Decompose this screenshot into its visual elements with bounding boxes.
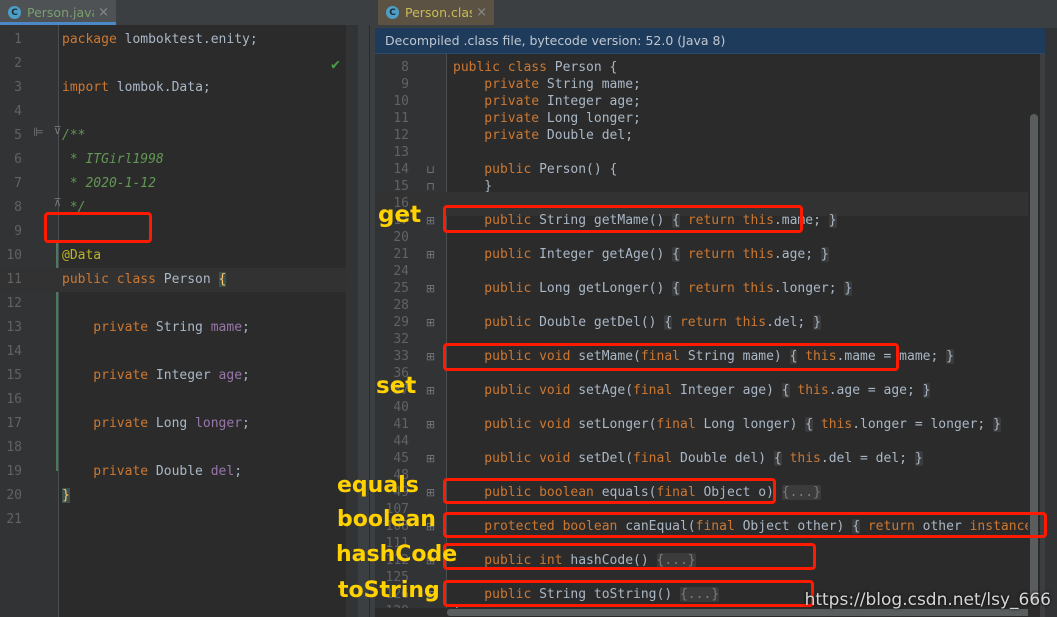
- code-line[interactable]: 11 public class Person {: [0, 268, 346, 292]
- code-text: private Integer age;: [62, 368, 250, 383]
- line-number: 16: [6, 392, 22, 407]
- code-line[interactable]: 2: [0, 52, 346, 76]
- line-number: 21: [6, 512, 22, 527]
- right-hscroll-thumb[interactable]: [447, 609, 1040, 616]
- left-editor-pane: C Person.java × 1 package lomboktest.enit…: [0, 0, 370, 617]
- tab-label: Person.class: [405, 5, 472, 20]
- code-line[interactable]: 19 private Double del;: [0, 460, 346, 484]
- annotation-label-hashcode: hashCode: [336, 542, 458, 567]
- right-code-editor[interactable]: 8 public class Person {9 private String m…: [375, 54, 1040, 617]
- code-text: * 2020-1-12: [62, 176, 156, 191]
- annotation-label-set: set: [376, 373, 417, 399]
- code-text: private Long longer;: [62, 416, 250, 431]
- tab-label: Person.java: [27, 5, 95, 20]
- right-error-stripe[interactable]: [1045, 28, 1057, 617]
- line-number: 13: [6, 320, 22, 335]
- code-text: private String mame;: [62, 320, 250, 335]
- code-line[interactable]: 21: [0, 508, 346, 532]
- code-text: public class Person {: [62, 272, 227, 287]
- fold-collapse-icon[interactable]: ⊽: [52, 124, 63, 137]
- right-tab-bar: C Person.class ×: [370, 0, 1057, 25]
- code-line[interactable]: 4: [0, 100, 346, 124]
- line-number: 12: [6, 296, 22, 311]
- code-line[interactable]: 1 package lomboktest.enity;: [0, 28, 346, 52]
- code-line[interactable]: 17 private Long longer;: [0, 412, 346, 436]
- code-text: }: [62, 488, 70, 503]
- close-icon[interactable]: ×: [98, 6, 109, 19]
- code-line[interactable]: 15 private Integer age;: [0, 364, 346, 388]
- annotation-label-get: get: [378, 202, 422, 228]
- bookmark-icon: ⊫: [33, 125, 44, 139]
- java-class-icon: C: [8, 6, 21, 19]
- line-number: 19: [6, 464, 22, 479]
- code-text: /**: [62, 128, 86, 143]
- code-line[interactable]: 10 @Data: [0, 244, 346, 268]
- right-editor-pane: C Person.class × Decompiled .class file,…: [370, 0, 1057, 617]
- decompiled-banner: Decompiled .class file, bytecode version…: [375, 28, 1045, 54]
- line-number: 1: [14, 32, 22, 47]
- line-number: 18: [6, 440, 22, 455]
- right-vscroll-thumb[interactable]: [1030, 114, 1038, 604]
- line-number: 10: [6, 248, 22, 263]
- right-code-rows: 8 public class Person {9 private String m…: [375, 54, 1040, 617]
- inspection-ok-icon[interactable]: ✔: [331, 55, 340, 73]
- close-icon[interactable]: ×: [476, 6, 487, 19]
- line-number: 3: [14, 80, 22, 95]
- code-text: */: [62, 200, 86, 215]
- line-number: 7: [14, 176, 22, 191]
- fold-end-icon[interactable]: ⊼: [52, 196, 63, 209]
- code-line[interactable]: 12: [0, 292, 346, 316]
- left-tab-bar: C Person.java ×: [0, 0, 370, 25]
- left-code-editor[interactable]: 1 package lomboktest.enity; 2 3 import lombo…: [0, 25, 346, 617]
- line-number: 8: [14, 200, 22, 215]
- line-number: 20: [6, 488, 22, 503]
- annotation-label-tostring: toString: [338, 578, 440, 603]
- annotation-label-equals: equals: [337, 473, 419, 498]
- line-number: 15: [6, 368, 22, 383]
- annotation-label-boolean: boolean: [337, 507, 436, 532]
- line-number: 14: [6, 344, 22, 359]
- tab-person-java[interactable]: C Person.java ×: [0, 0, 116, 25]
- code-line[interactable]: 20}: [0, 484, 346, 508]
- code-text: @Data: [62, 248, 102, 263]
- code-line[interactable]: 9: [0, 220, 346, 244]
- code-text: import lombok.Data;: [62, 80, 211, 95]
- tab-person-class[interactable]: C Person.class ×: [378, 0, 494, 25]
- line-number: 2: [14, 56, 22, 71]
- code-line[interactable]: 16: [0, 388, 346, 412]
- line-number: 4: [14, 104, 22, 119]
- code-text: * ITGirl1998: [62, 152, 164, 167]
- code-line[interactable]: 7 * 2020-1-12: [0, 172, 346, 196]
- code-line[interactable]: 3 import lombok.Data;: [0, 76, 346, 100]
- left-code-rows: 1 package lomboktest.enity; 2 3 import lombo…: [0, 25, 346, 617]
- decompiled-banner-text: Decompiled .class file, bytecode version…: [385, 33, 726, 48]
- line-number: 6: [14, 152, 22, 167]
- line-number: 9: [14, 224, 22, 239]
- java-class-icon: C: [386, 6, 399, 19]
- line-number: 11: [6, 272, 22, 287]
- ide-window: C Person.java × 1 package lomboktest.enit…: [0, 0, 1057, 617]
- code-line[interactable]: 13 private String mame;: [0, 316, 346, 340]
- line-number: 5: [14, 128, 22, 143]
- code-text: package lomboktest.enity;: [62, 32, 258, 47]
- code-line[interactable]: 14: [0, 340, 346, 364]
- code-text: private Double del;: [62, 464, 243, 479]
- code-line[interactable]: 6 * ITGirl1998: [0, 148, 346, 172]
- watermark-url: https://blog.csdn.net/lsy_666: [804, 590, 1051, 610]
- code-line[interactable]: 18: [0, 436, 346, 460]
- line-number: 17: [6, 416, 22, 431]
- right-vertical-scrollbar[interactable]: [1028, 54, 1040, 617]
